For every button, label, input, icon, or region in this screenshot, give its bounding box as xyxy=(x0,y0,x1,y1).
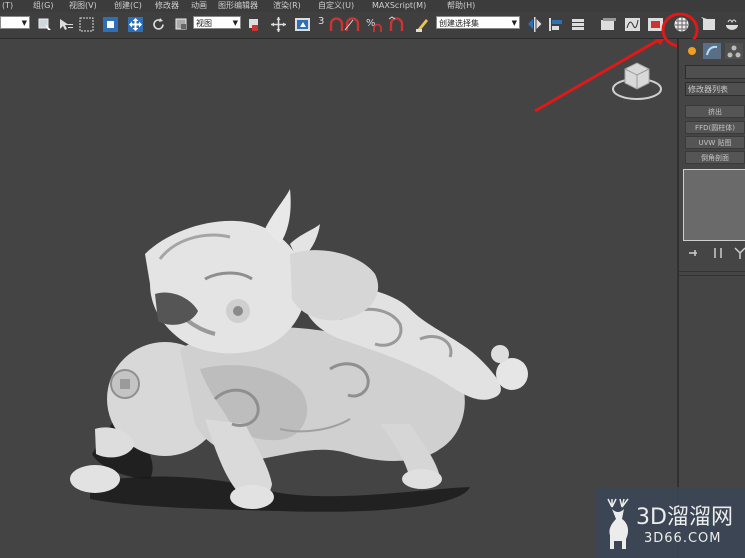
create-tab-icon[interactable] xyxy=(685,44,699,58)
reference-coordinate-dropdown[interactable]: 视图 ▼ xyxy=(193,16,241,29)
pin-stack-icon[interactable] xyxy=(687,246,701,260)
render-setup-icon[interactable] xyxy=(700,16,717,33)
reference-coordinate-value: 视图 xyxy=(196,19,212,28)
angle-snap-icon[interactable] xyxy=(344,16,361,33)
deer-logo-icon xyxy=(607,498,629,549)
rotate-icon[interactable] xyxy=(150,16,167,33)
modifier-list-dropdown[interactable]: 修改器列表 xyxy=(685,82,745,96)
selection-filter-dropdown[interactable]: ▼ xyxy=(0,16,30,29)
watermark-logo: 3D溜溜网 3D66.COM xyxy=(596,487,745,558)
layer-manager-icon[interactable] xyxy=(570,16,587,33)
scale-icon[interactable] xyxy=(173,16,190,33)
viewport-canvas xyxy=(70,39,665,512)
align-icon[interactable] xyxy=(548,16,565,33)
percent-snap-icon[interactable]: % xyxy=(366,16,383,33)
modify-tab-icon[interactable] xyxy=(703,43,721,59)
modifier-button-bevel-profile[interactable]: 倒角剖面 xyxy=(685,151,745,164)
menu-item-views[interactable]: 视图(V) xyxy=(69,0,97,12)
move-icon[interactable] xyxy=(127,16,144,33)
chevron-down-icon: ▼ xyxy=(21,19,27,27)
perspective-viewport[interactable] xyxy=(0,39,675,558)
menu-item-help[interactable]: 帮助(H) xyxy=(447,0,475,12)
menu-bar: (T) 组(G) 视图(V) 创建(C) 修改器 动画 图形编辑器 渲染(R) … xyxy=(0,0,745,12)
command-panel-tabs xyxy=(681,41,745,61)
named-selection-set-value: 创建选择集 xyxy=(439,19,479,28)
make-unique-icon[interactable] xyxy=(733,246,745,260)
divider xyxy=(679,275,745,276)
keyboard-shortcut-override-icon[interactable] xyxy=(294,16,311,33)
named-selection-set-dropdown[interactable]: 创建选择集 ▼ xyxy=(436,16,520,29)
toggle-scene-explorer-icon[interactable] xyxy=(600,16,617,33)
modifier-stack-controls xyxy=(687,246,745,260)
command-panel: 修改器列表 挤出 FFD(圆柱体) UVW 贴图 倒角剖面 xyxy=(677,39,745,558)
object-name-field[interactable] xyxy=(685,65,745,79)
menu-item-graph-editors[interactable]: 图形编辑器 xyxy=(218,0,258,12)
modifier-stack-list[interactable] xyxy=(683,169,745,241)
curve-editor-icon[interactable] xyxy=(624,16,641,33)
menu-item-rendering[interactable]: 渲染(R) xyxy=(273,0,301,12)
spinner-snap-icon[interactable] xyxy=(388,16,405,33)
main-toolbar: ▼ 视图 ▼ 3 % 创建选择集 ▼ xyxy=(0,12,745,39)
menu-item-customize[interactable]: 自定义(U) xyxy=(318,0,354,12)
modifier-button-ffd-cylinder[interactable]: FFD(圆柱体) xyxy=(685,121,745,134)
modifier-button-extrude[interactable]: 挤出 xyxy=(685,105,745,118)
watermark-site-name: 3D溜溜网 xyxy=(636,505,733,530)
render-frame-window-icon[interactable] xyxy=(723,16,740,33)
modifier-button-uvw-map[interactable]: UVW 贴图 xyxy=(685,136,745,149)
chevron-down-icon: ▼ xyxy=(511,19,517,27)
show-end-result-icon[interactable] xyxy=(711,246,725,260)
watermark-domain: 3D66.COM xyxy=(644,531,722,546)
viewcube-icon[interactable] xyxy=(612,62,662,100)
mirror-icon[interactable] xyxy=(526,16,543,33)
menu-item-create[interactable]: 创建(C) xyxy=(114,0,142,12)
snap-toggle-icon[interactable] xyxy=(328,16,345,33)
select-object-icon[interactable] xyxy=(36,16,53,33)
select-and-manipulate-icon[interactable] xyxy=(270,16,287,33)
chevron-down-icon: ▼ xyxy=(232,19,238,27)
menu-item-animation[interactable]: 动画 xyxy=(191,0,207,12)
menu-item-tools[interactable]: (T) xyxy=(2,0,13,12)
hierarchy-tab-icon[interactable] xyxy=(725,43,743,59)
menu-item-maxscript[interactable]: MAXScript(M) xyxy=(372,0,426,12)
pivot-center-icon[interactable] xyxy=(246,16,263,33)
edit-named-selection-icon[interactable] xyxy=(414,16,431,33)
menu-item-modifiers[interactable]: 修改器 xyxy=(155,0,179,12)
menu-item-group[interactable]: 组(G) xyxy=(33,0,53,12)
window-crossing-icon[interactable] xyxy=(102,16,119,33)
divider xyxy=(679,271,745,272)
select-by-name-icon[interactable] xyxy=(57,16,74,33)
rectangular-selection-icon[interactable] xyxy=(78,16,95,33)
